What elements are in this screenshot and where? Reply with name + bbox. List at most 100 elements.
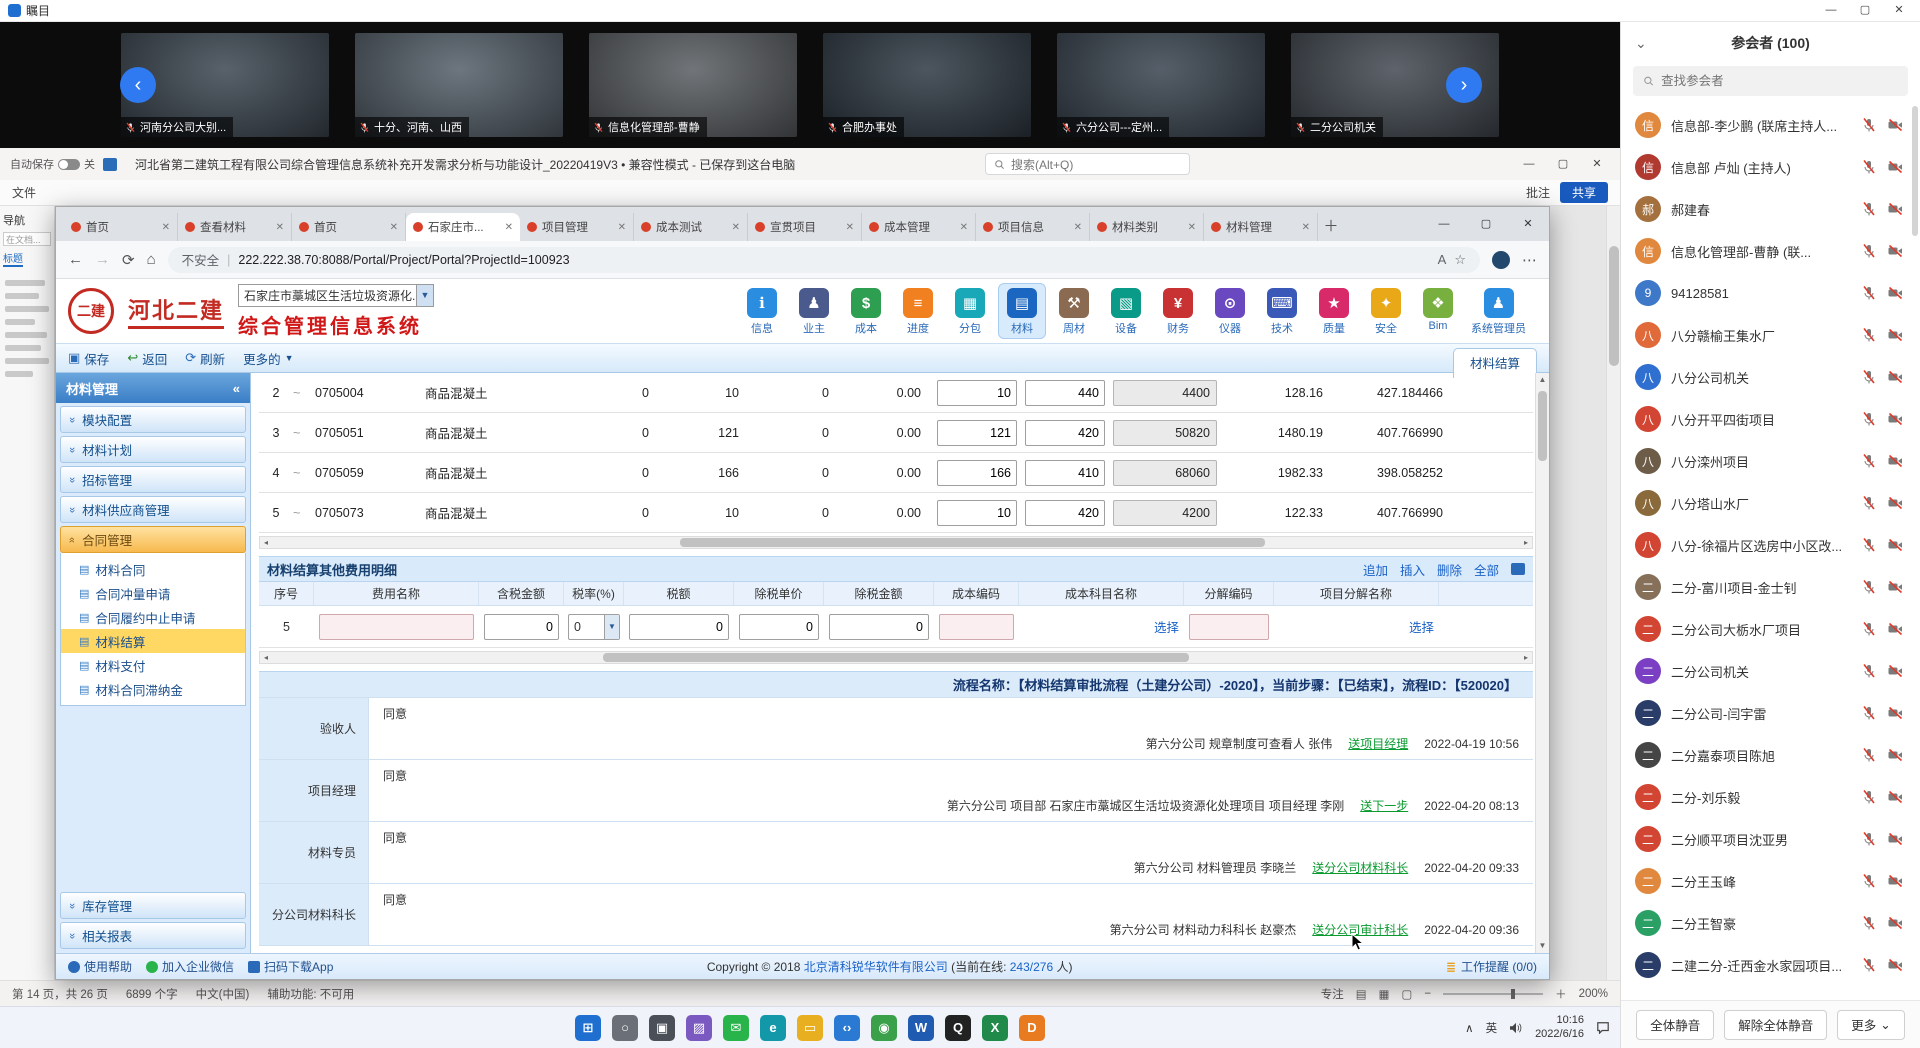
- camera-off-icon[interactable]: [1887, 705, 1904, 721]
- tab-close-icon[interactable]: ✕: [618, 222, 626, 233]
- browser-tab[interactable]: 材料类别 ✕: [1090, 213, 1204, 241]
- tab-close-icon[interactable]: ✕: [505, 222, 513, 233]
- net-price-input[interactable]: [739, 614, 819, 640]
- sidebar-group[interactable]: » 相关报表: [60, 922, 246, 949]
- fees-action-link[interactable]: 插入: [1400, 560, 1425, 579]
- price-input[interactable]: [1025, 380, 1105, 406]
- participant-row[interactable]: 二 二建二分-迁西金水家园项目...: [1621, 944, 1920, 986]
- unmute-all-button[interactable]: 解除全体静音: [1724, 1010, 1827, 1040]
- taskbar-app-icon[interactable]: ▣: [649, 1015, 675, 1041]
- company-link[interactable]: 北京清科锐华软件有限公司: [804, 960, 948, 974]
- quantity-input[interactable]: [937, 460, 1017, 486]
- tab-close-icon[interactable]: ✕: [390, 222, 398, 233]
- participant-row[interactable]: 二 二分-刘乐毅: [1621, 776, 1920, 818]
- camera-off-icon[interactable]: [1887, 201, 1904, 217]
- participant-row[interactable]: 二 二分公司大栃水厂项目: [1621, 608, 1920, 650]
- sidebar-group[interactable]: » 招标管理: [60, 466, 246, 493]
- mic-muted-icon[interactable]: [1861, 621, 1877, 637]
- browser-tab[interactable]: 查看材料 ✕: [178, 213, 292, 241]
- word-scrollbar[interactable]: [1606, 206, 1620, 980]
- module-item[interactable]: ▦ 分包: [946, 283, 994, 339]
- page-indicator[interactable]: 第 14 页，共 26 页: [12, 986, 108, 1002]
- participant-row[interactable]: 八 八分公司机关: [1621, 356, 1920, 398]
- workflow-next-step-link[interactable]: 送项目经理: [1348, 735, 1408, 752]
- web-layout-icon[interactable]: ▢: [1401, 987, 1412, 1001]
- minimize-button[interactable]: —: [1423, 207, 1465, 241]
- camera-off-icon[interactable]: [1887, 789, 1904, 805]
- taskbar-app-icon[interactable]: Q: [945, 1015, 971, 1041]
- table-row[interactable]: 3 ~ 0705051 商品混凝土 0 121 0 0.00: [259, 413, 1533, 453]
- language-indicator[interactable]: 中文(中国): [196, 986, 250, 1002]
- read-mode-icon[interactable]: ▤: [1356, 987, 1367, 1001]
- browser-tab[interactable]: 材料管理 ✕: [1204, 213, 1318, 241]
- save-button[interactable]: ▣保存: [68, 349, 109, 368]
- security-badge[interactable]: 不安全: [182, 250, 220, 269]
- tab-close-icon[interactable]: ✕: [1188, 222, 1196, 233]
- sidebar-group[interactable]: » 材料计划: [60, 436, 246, 463]
- refresh-button[interactable]: ⟳刷新: [185, 349, 225, 368]
- work-reminder[interactable]: ≣ 工作提醒 (0/0): [1446, 958, 1537, 975]
- mic-muted-icon[interactable]: [1861, 201, 1877, 217]
- new-tab-button[interactable]: ＋: [1318, 213, 1344, 241]
- camera-off-icon[interactable]: [1887, 495, 1904, 511]
- mic-muted-icon[interactable]: [1861, 495, 1877, 511]
- zoom-in-button[interactable]: ＋: [1555, 986, 1567, 1002]
- input-language-indicator[interactable]: 英: [1486, 1020, 1498, 1036]
- mic-muted-icon[interactable]: [1861, 537, 1877, 553]
- taskbar-app-icon[interactable]: ‹›: [834, 1015, 860, 1041]
- tab-close-icon[interactable]: ✕: [162, 222, 170, 233]
- sidebar-group[interactable]: » 模块配置: [60, 406, 246, 433]
- nav-outline-item[interactable]: [5, 293, 39, 299]
- sidebar-group[interactable]: » 库存管理: [60, 892, 246, 919]
- taskbar-app-icon[interactable]: ✉: [723, 1015, 749, 1041]
- minimize-button[interactable]: —: [1512, 154, 1546, 175]
- nav-outline-item[interactable]: [5, 345, 41, 351]
- file-menu-tab[interactable]: 文件: [12, 184, 36, 201]
- minimize-button[interactable]: —: [1814, 0, 1848, 21]
- mic-muted-icon[interactable]: [1861, 159, 1877, 175]
- tax-rate-select[interactable]: 0▼: [568, 614, 620, 640]
- forward-icon[interactable]: →: [95, 251, 110, 268]
- close-button[interactable]: ✕: [1507, 207, 1549, 241]
- breakdown-code-input[interactable]: [1189, 614, 1269, 640]
- nav-outline-item[interactable]: [5, 280, 45, 286]
- taskbar-app-icon[interactable]: W: [908, 1015, 934, 1041]
- mic-muted-icon[interactable]: [1861, 915, 1877, 931]
- module-item[interactable]: ♟ 系统管理员: [1466, 283, 1531, 339]
- participant-row[interactable]: 郝 郝建春: [1621, 188, 1920, 230]
- contract-sub-item[interactable]: ▤ 材料结算: [61, 629, 245, 653]
- module-item[interactable]: ❖ Bim: [1414, 283, 1462, 335]
- taskbar-app-icon[interactable]: D: [1019, 1015, 1045, 1041]
- tab-close-icon[interactable]: ✕: [276, 222, 284, 233]
- workflow-next-step-link[interactable]: 送下一步: [1360, 797, 1408, 814]
- video-tile[interactable]: 信息化管理部-曹静: [589, 33, 797, 137]
- sidebar-group-contracts[interactable]: » 合同管理: [60, 526, 246, 553]
- camera-off-icon[interactable]: [1887, 621, 1904, 637]
- contract-sub-item[interactable]: ▤ 材料合同: [61, 557, 245, 581]
- mic-muted-icon[interactable]: [1861, 663, 1877, 679]
- browser-tab[interactable]: 首页 ✕: [292, 213, 406, 241]
- mic-muted-icon[interactable]: [1861, 705, 1877, 721]
- module-item[interactable]: ▧ 设备: [1102, 283, 1150, 339]
- camera-off-icon[interactable]: [1887, 579, 1904, 595]
- nav-outline-item[interactable]: [5, 371, 33, 377]
- tab-close-icon[interactable]: ✕: [846, 222, 854, 233]
- participant-row[interactable]: 二 二分顺平项目沈亚男: [1621, 818, 1920, 860]
- cost-subject-select-link[interactable]: 选择: [1154, 617, 1179, 636]
- module-item[interactable]: ℹ 信息: [738, 283, 786, 339]
- more-options-button[interactable]: 更多 ⌄: [1837, 1010, 1905, 1040]
- nav-outline-item[interactable]: [5, 319, 35, 325]
- video-tile[interactable]: 合肥办事处: [823, 33, 1031, 137]
- browser-tab[interactable]: 项目信息 ✕: [976, 213, 1090, 241]
- quantity-input[interactable]: [937, 500, 1017, 526]
- nav-outline-item[interactable]: [5, 306, 49, 312]
- participant-list-scrollbar[interactable]: [1912, 106, 1918, 236]
- zoom-out-button[interactable]: −: [1424, 988, 1431, 1000]
- mic-muted-icon[interactable]: [1861, 453, 1877, 469]
- tab-close-icon[interactable]: ✕: [960, 222, 968, 233]
- participant-row[interactable]: 八 八分赣榆王集水厂: [1621, 314, 1920, 356]
- camera-off-icon[interactable]: [1887, 243, 1904, 259]
- module-item[interactable]: ⌨ 技术: [1258, 283, 1306, 339]
- nav-outline-item[interactable]: [5, 332, 47, 338]
- collapse-icon[interactable]: «: [233, 381, 240, 396]
